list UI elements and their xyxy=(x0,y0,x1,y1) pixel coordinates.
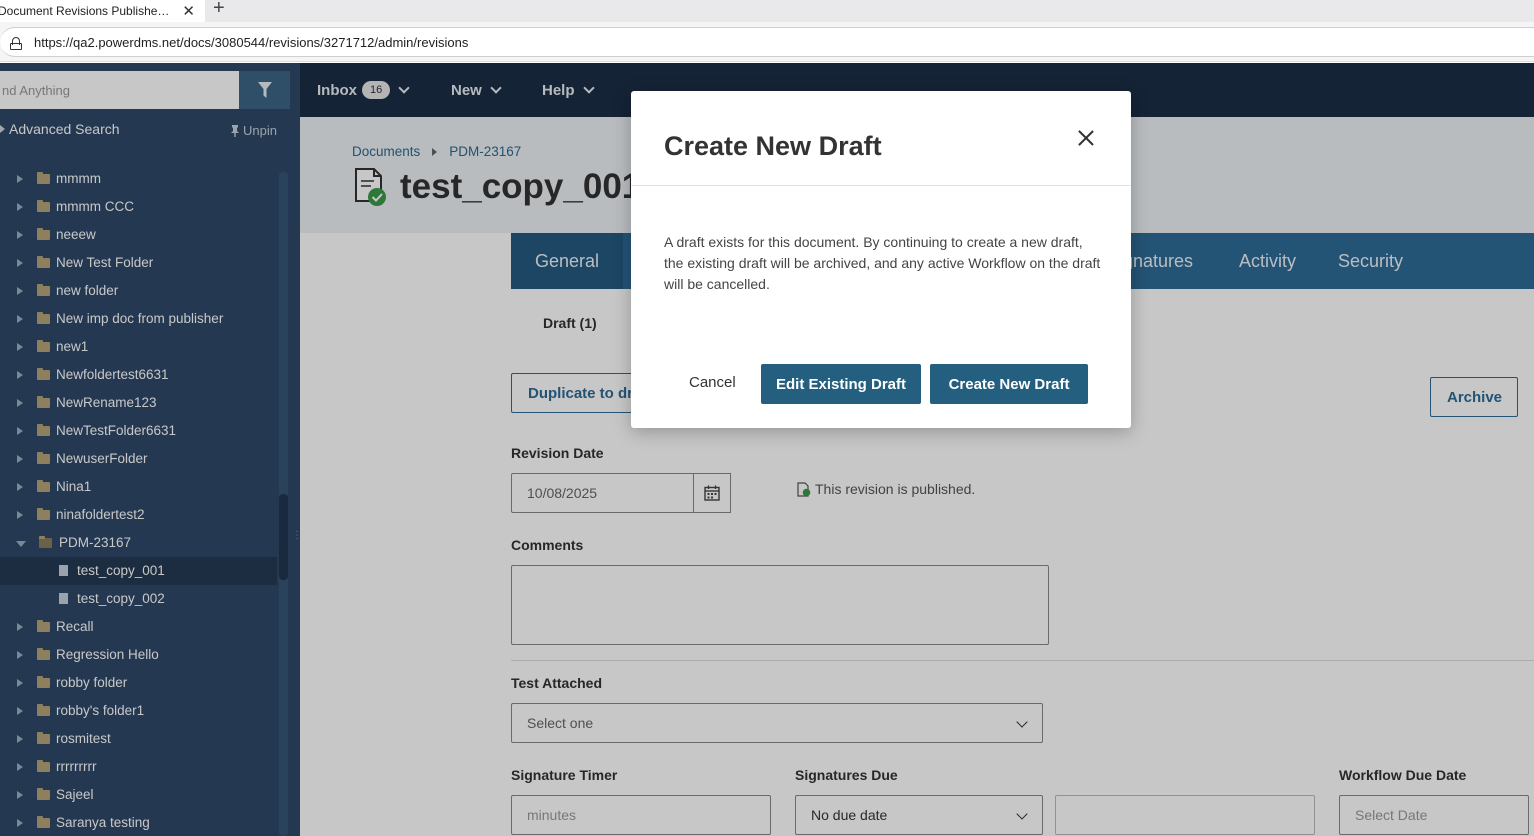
dialog-message: A draft exists for this document. By con… xyxy=(664,234,1101,292)
url-field[interactable]: https://qa2.powerdms.net/docs/3080544/re… xyxy=(0,27,1534,57)
close-tab-icon[interactable]: ✕ xyxy=(182,2,195,20)
create-new-draft-dialog: Create New Draft A draft exists for this… xyxy=(631,91,1131,428)
browser-tab-bar: Document Revisions Published (1) ✕ + xyxy=(0,0,1534,22)
edit-existing-draft-button[interactable]: Edit Existing Draft xyxy=(761,364,921,404)
create-new-draft-button[interactable]: Create New Draft xyxy=(930,364,1088,404)
address-bar: https://qa2.powerdms.net/docs/3080544/re… xyxy=(0,22,1534,62)
dialog-divider xyxy=(631,185,1131,186)
cancel-button[interactable]: Cancel xyxy=(689,374,736,391)
url-text[interactable]: https://qa2.powerdms.net/docs/3080544/re… xyxy=(34,35,468,50)
new-tab-icon[interactable]: + xyxy=(213,0,225,20)
lock-icon[interactable] xyxy=(10,37,22,50)
dialog-title: Create New Draft xyxy=(664,131,882,161)
browser-tab-title: Document Revisions Published (1) xyxy=(0,4,173,18)
close-icon[interactable] xyxy=(1075,127,1097,149)
browser-tab[interactable]: Document Revisions Published (1) ✕ xyxy=(0,0,205,22)
